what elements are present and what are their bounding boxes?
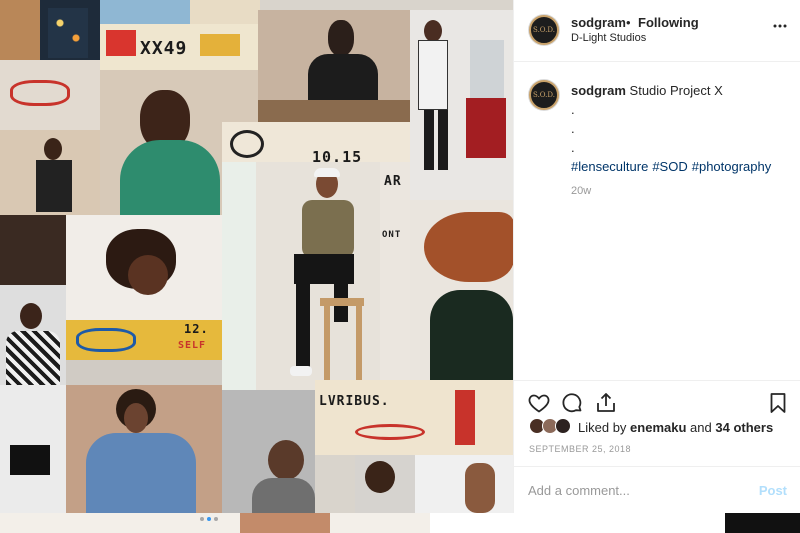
- collage-tile-woman-reclining: [66, 215, 222, 320]
- post-header: S.O.D. sodgram • Following D-Light Studi…: [514, 0, 800, 62]
- next-post-preview: [513, 513, 800, 533]
- collage-tile-lvribus: LVRIBUS.: [315, 380, 513, 455]
- comment-box: Post: [514, 466, 800, 513]
- likes-others-link[interactable]: 34 others: [715, 420, 773, 435]
- comments-area: S.O.D. sodgram Studio Project X . . . #l…: [514, 62, 800, 380]
- collage-tile-hands: [415, 455, 513, 513]
- collage-scribble-self: SELF: [178, 340, 207, 351]
- collage-tile-denim-woman: [66, 385, 222, 513]
- collage-tile-brick: [0, 0, 40, 60]
- carousel-dot: [214, 517, 218, 521]
- caption-text: Studio Project X: [629, 83, 723, 98]
- collage-tile-dark-left: [0, 215, 66, 285]
- collage-tile-grey-wall: [222, 390, 315, 513]
- collage-tile-chair-man: [0, 130, 100, 215]
- more-horizontal-icon[interactable]: [772, 18, 788, 34]
- post-date[interactable]: SEPTEMBER 25, 2018: [529, 444, 631, 454]
- collage-scribble-ont: ONT: [382, 230, 402, 240]
- collage-tile-scribble-xx49: XX49: [100, 24, 260, 70]
- collage-scribble-text: XX49: [140, 38, 188, 59]
- carousel-indicator: [0, 513, 513, 533]
- collage-tile-studio-chair: [258, 10, 410, 122]
- collage-tile-graffiti-mid: [66, 360, 222, 385]
- hashtags: #lenseculture #SOD #photography: [571, 157, 791, 176]
- likes-prefix: Liked by: [578, 420, 627, 435]
- collage-tile-painting-top: [190, 0, 260, 24]
- collage-tile-red-hair: [410, 200, 513, 380]
- collage-tile-graffiti-left: [0, 60, 100, 130]
- carousel-dot-active: [207, 517, 211, 521]
- collage-scribble-ar: AR: [384, 174, 402, 189]
- collage-tile-sitting-left: [0, 385, 66, 513]
- comment-icon[interactable]: [560, 391, 584, 415]
- heart-icon[interactable]: [527, 391, 551, 415]
- post-side-panel: S.O.D. sodgram • Following D-Light Studi…: [513, 0, 800, 513]
- following-button[interactable]: Following: [638, 15, 699, 30]
- collage-tile-yellow-scribble: 12. SELF: [66, 320, 222, 360]
- post-comment-button[interactable]: Post: [759, 483, 787, 498]
- avatar[interactable]: S.O.D.: [529, 15, 559, 45]
- caption-avatar[interactable]: S.O.D.: [529, 80, 559, 110]
- hashtag-link[interactable]: #lenseculture: [571, 159, 648, 174]
- header-separator: •: [626, 15, 631, 30]
- caption-age[interactable]: 20w: [571, 185, 591, 197]
- caption-dot-line: .: [571, 121, 575, 136]
- caption-dot-line: .: [571, 140, 575, 155]
- post-image-collage[interactable]: XX49 10.15 AR ONT 12. SELF LVRIBUS.: [0, 0, 513, 513]
- hashtag-link[interactable]: #SOD: [652, 159, 687, 174]
- caption: sodgram Studio Project X . . . #lensecul…: [571, 81, 791, 176]
- carousel-dot: [200, 517, 204, 521]
- collage-tile-sky: [100, 0, 190, 24]
- likes-text: Liked by enemaku and 34 others: [578, 420, 773, 435]
- collage-scribble-lvribus: LVRIBUS.: [319, 394, 390, 409]
- bookmark-icon[interactable]: [766, 391, 790, 415]
- share-icon[interactable]: [594, 391, 618, 415]
- collage-tile-glasses: [355, 455, 415, 513]
- collage-tile-man-patterned: [0, 285, 66, 385]
- hashtag-link[interactable]: #photography: [692, 159, 772, 174]
- likes-joiner: and: [690, 420, 712, 435]
- collage-tile-two-models: [410, 10, 513, 200]
- collage-scribble-date: 10.15: [312, 148, 363, 166]
- liker-username[interactable]: enemaku: [630, 420, 686, 435]
- caption-dot-line: .: [571, 102, 575, 117]
- comment-input[interactable]: [528, 479, 738, 501]
- avatar-monogram: S.O.D.: [533, 91, 555, 99]
- collage-scribble-12: 12.: [184, 322, 209, 336]
- caption-username[interactable]: sodgram: [571, 83, 626, 98]
- username-link[interactable]: sodgram: [571, 15, 626, 30]
- action-bar: [514, 380, 800, 420]
- collage-tile-center-graffiti: 10.15 AR ONT: [222, 122, 410, 390]
- avatar-monogram: S.O.D.: [533, 26, 555, 34]
- location-link[interactable]: D-Light Studios: [571, 32, 646, 44]
- likes-summary: Liked by enemaku and 34 others: [514, 416, 800, 440]
- liker-avatar[interactable]: [555, 418, 571, 434]
